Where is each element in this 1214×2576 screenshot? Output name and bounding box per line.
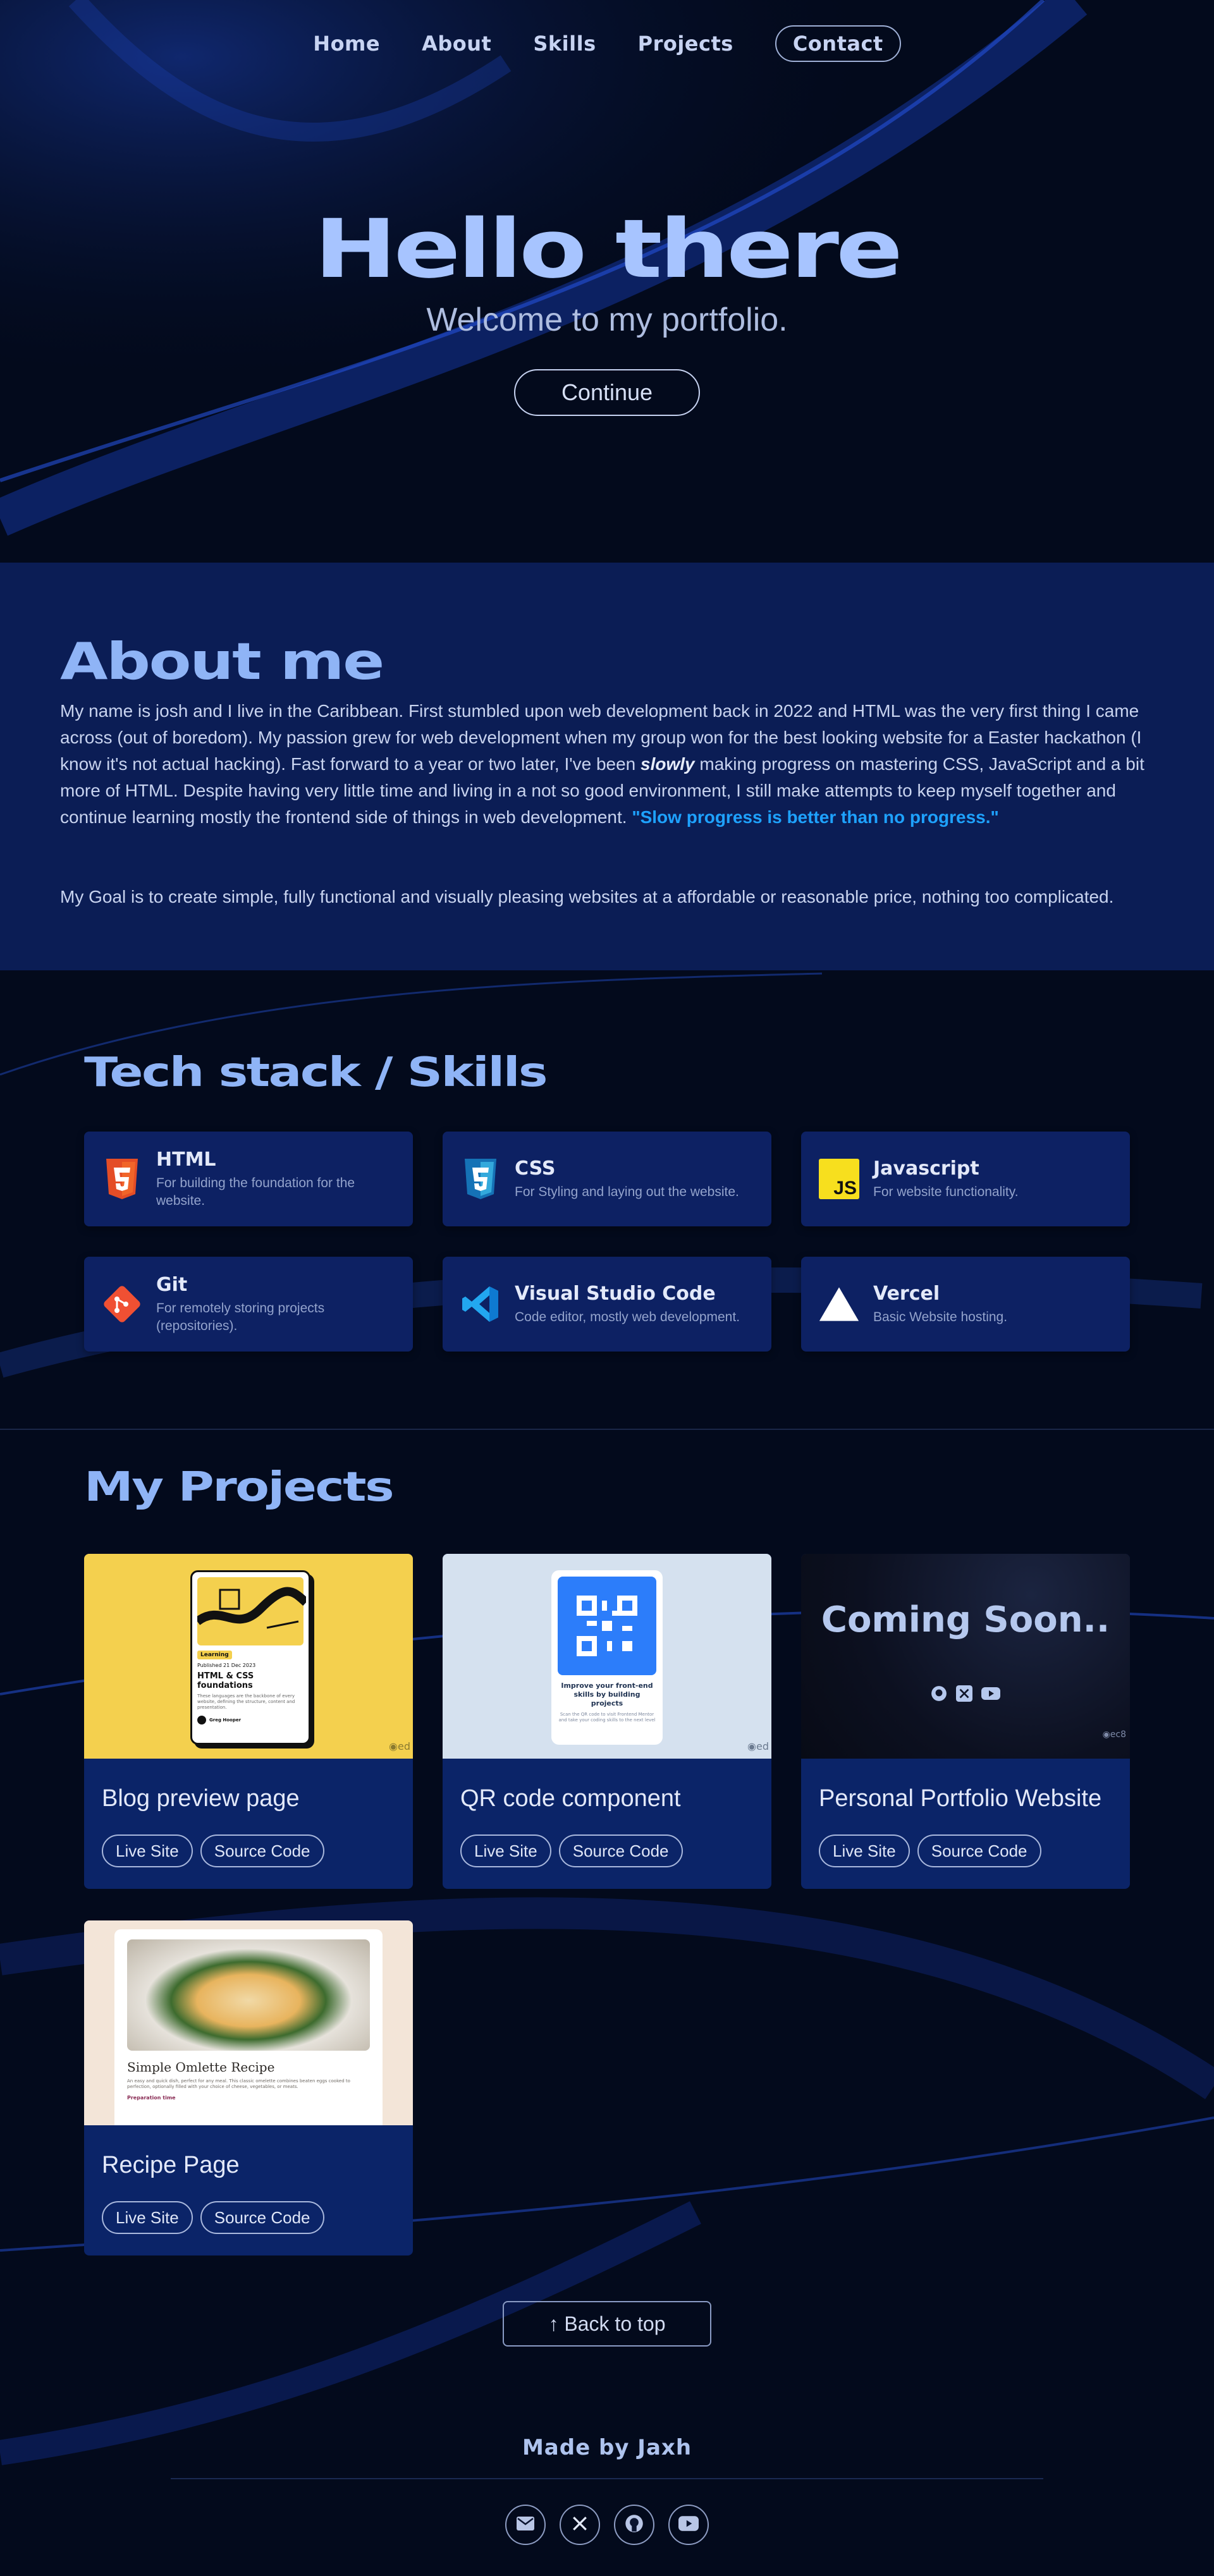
qr-heading: Improve your front-end skills by buildin… xyxy=(561,1682,653,1707)
live-site-button[interactable]: Live Site xyxy=(102,1834,193,1867)
footer-divider xyxy=(171,2478,1043,2479)
brand-watermark: ◉ed xyxy=(389,1740,410,1752)
x-link[interactable] xyxy=(560,2505,600,2545)
blog-card-mockup: Learning Published 21 Dec 2023 HTML & CS… xyxy=(190,1570,310,1745)
github-icon: ◉ xyxy=(747,1740,756,1752)
recipe-section: Preparation time xyxy=(127,2095,176,2101)
skill-card-git: Git For remotely storing projects (repos… xyxy=(84,1257,413,1352)
live-site-button[interactable]: Live Site xyxy=(102,2201,193,2234)
hero-subtitle: Welcome to my portfolio. xyxy=(426,302,788,338)
skill-name: HTML xyxy=(156,1148,216,1171)
brand-watermark: ◉ed xyxy=(747,1740,769,1752)
project-card-recipe: Simple Omlette Recipe An easy and quick … xyxy=(84,1920,413,2256)
skill-desc: For building the foundation for the webs… xyxy=(156,1175,355,1208)
qr-code-image xyxy=(558,1577,656,1675)
vscode-icon xyxy=(460,1284,501,1324)
vercel-icon xyxy=(819,1284,859,1324)
blog-date: Published 21 Dec 2023 xyxy=(197,1663,256,1668)
project-title: QR code component xyxy=(460,1785,681,1812)
project-card-blog-preview: Learning Published 21 Dec 2023 HTML & CS… xyxy=(84,1554,413,1889)
source-code-button[interactable]: Source Code xyxy=(200,1834,324,1867)
project-thumbnail: Learning Published 21 Dec 2023 HTML & CS… xyxy=(84,1554,413,1759)
blog-heading: HTML & CSS foundations xyxy=(197,1671,254,1690)
git-icon xyxy=(102,1284,142,1324)
skill-card-vercel: Vercel Basic Website hosting. xyxy=(801,1257,1130,1352)
skill-desc: For remotely storing projects (repositor… xyxy=(156,1300,325,1333)
skill-desc: Code editor, mostly web development. xyxy=(515,1309,740,1324)
recipe-card-mockup: Simple Omlette Recipe An easy and quick … xyxy=(114,1929,383,2125)
recipe-heading: Simple Omlette Recipe xyxy=(127,2060,275,2075)
about-emphasis: slowly xyxy=(641,754,695,774)
about-title: About me xyxy=(60,632,384,691)
about-goal: My Goal is to create simple, fully funct… xyxy=(60,887,1114,906)
github-link[interactable] xyxy=(614,2505,654,2545)
project-title: Personal Portfolio Website xyxy=(819,1785,1102,1812)
skill-desc: For Styling and laying out the website. xyxy=(515,1184,739,1199)
github-icon: ◉ xyxy=(389,1740,398,1752)
blog-illustration xyxy=(194,1577,309,1645)
youtube-link[interactable] xyxy=(668,2505,709,2545)
project-title: Blog preview page xyxy=(102,1785,300,1812)
mail-icon xyxy=(517,2517,534,2533)
brand-watermark: ◉ec8 xyxy=(1102,1730,1126,1740)
project-thumbnail: Improve your front-end skills by buildin… xyxy=(443,1554,771,1759)
coming-soon-text: Coming Soon.. xyxy=(821,1599,1110,1640)
skill-name: Vercel xyxy=(873,1282,940,1305)
x-icon xyxy=(956,1685,972,1704)
project-thumbnail: Simple Omlette Recipe An easy and quick … xyxy=(84,1920,413,2125)
blog-text: These languages are the backbone of ever… xyxy=(197,1694,295,1710)
live-site-button[interactable]: Live Site xyxy=(460,1834,551,1867)
qr-card-mockup: Improve your front-end skills by buildin… xyxy=(551,1570,663,1745)
skill-card-javascript: JS Javascript For website functionality. xyxy=(801,1132,1130,1226)
project-title: Recipe Page xyxy=(102,2152,240,2178)
youtube-icon xyxy=(678,2516,699,2534)
hero-section: Hello there Welcome to my portfolio. Con… xyxy=(0,0,1214,563)
javascript-icon: JS xyxy=(819,1159,859,1199)
hero-title: Hello there xyxy=(314,202,903,296)
youtube-icon xyxy=(981,1685,1000,1704)
skill-name: CSS xyxy=(515,1157,556,1180)
about-section: About me My name is josh and I live in t… xyxy=(0,563,1214,970)
about-paragraph: My name is josh and I live in the Caribb… xyxy=(60,698,1154,831)
skill-name: Git xyxy=(156,1273,188,1296)
project-card-portfolio: Coming Soon.. ◉ec8 Personal Portfolio We… xyxy=(801,1554,1130,1889)
css3-icon xyxy=(460,1159,501,1199)
footer-socials xyxy=(0,2505,1214,2545)
recipe-text: An easy and quick dish, perfect for any … xyxy=(127,2079,350,2089)
github-icon xyxy=(931,1685,947,1704)
x-icon xyxy=(572,2515,588,2534)
omelette-photo xyxy=(127,1939,370,2051)
html5-icon xyxy=(102,1159,142,1199)
project-card-qr-code: Improve your front-end skills by buildin… xyxy=(443,1554,771,1889)
qr-text: Scan the QR code to visit Frontend Mento… xyxy=(558,1712,656,1723)
skill-name: Javascript xyxy=(873,1157,979,1180)
projects-title: My Projects xyxy=(84,1464,395,1511)
source-code-button[interactable]: Source Code xyxy=(200,2201,324,2234)
project-thumbnail: Coming Soon.. ◉ec8 xyxy=(801,1554,1130,1759)
skill-card-html: HTML For building the foundation for the… xyxy=(84,1132,413,1226)
footer-made-by: Made by Jaxh xyxy=(522,2435,692,2460)
section-divider xyxy=(0,1429,1214,1430)
skill-desc: Basic Website hosting. xyxy=(873,1309,1008,1324)
skill-desc: For website functionality. xyxy=(873,1184,1019,1199)
continue-button[interactable]: Continue xyxy=(514,369,700,416)
github-icon: ◉ xyxy=(1102,1730,1110,1740)
live-site-button[interactable]: Live Site xyxy=(819,1834,910,1867)
skill-card-vscode: Visual Studio Code Code editor, mostly w… xyxy=(443,1257,771,1352)
about-quote: "Slow progress is better than no progres… xyxy=(632,807,999,827)
skills-title: Tech stack / Skills xyxy=(84,1049,548,1096)
source-code-button[interactable]: Source Code xyxy=(917,1834,1041,1867)
blog-author: Greg Hooper xyxy=(209,1718,242,1723)
avatar xyxy=(197,1716,206,1724)
github-icon xyxy=(625,2514,644,2536)
back-to-top-button[interactable]: ↑ Back to top xyxy=(503,2301,711,2347)
skill-card-css: CSS For Styling and laying out the websi… xyxy=(443,1132,771,1226)
svg-text:JS: JS xyxy=(833,1178,857,1199)
skill-name: Visual Studio Code xyxy=(515,1282,716,1305)
blog-tag: Learning xyxy=(197,1651,232,1659)
source-code-button[interactable]: Source Code xyxy=(558,1834,683,1867)
mail-link[interactable] xyxy=(505,2505,546,2545)
